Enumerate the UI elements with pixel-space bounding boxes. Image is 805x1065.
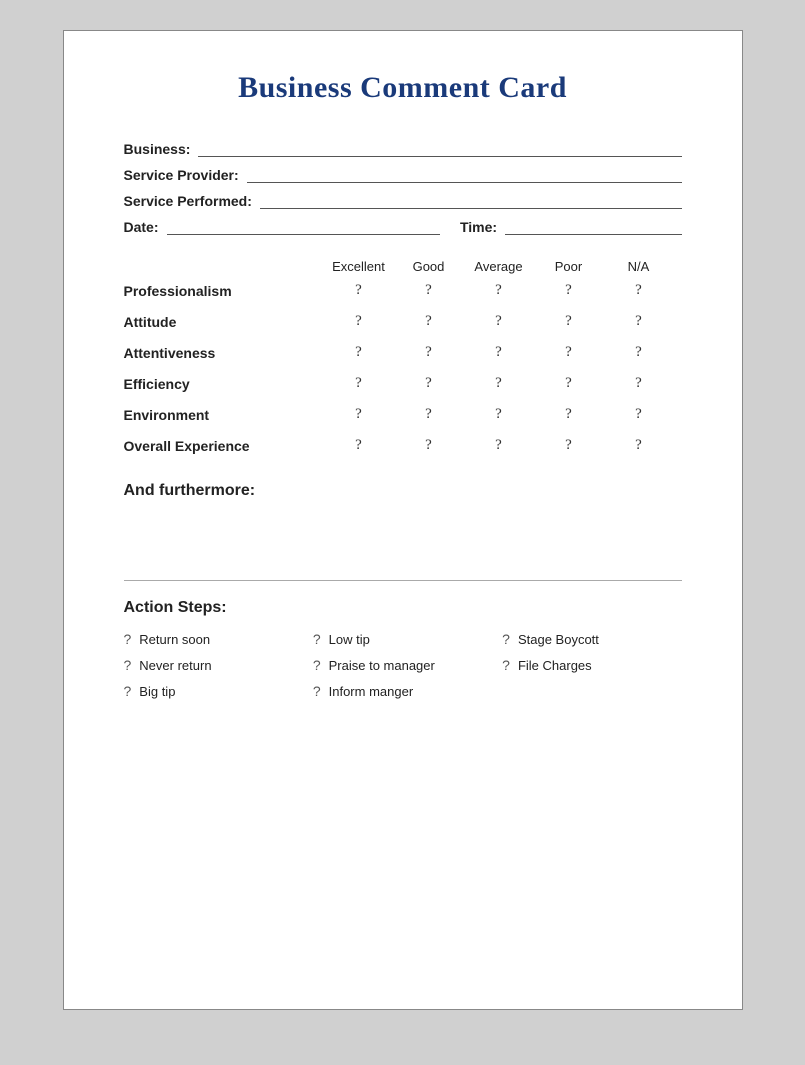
- cell-ov-good[interactable]: ?: [394, 437, 464, 454]
- checkbox-icon-big-tip: ?: [124, 683, 132, 699]
- cell-eff-average[interactable]: ?: [464, 375, 534, 392]
- furthermore-section: And furthermore:: [124, 482, 682, 500]
- cell-atten-average[interactable]: ?: [464, 344, 534, 361]
- header-average: Average: [464, 259, 534, 274]
- row-attitude: Attitude ? ? ? ? ?: [124, 313, 682, 330]
- rating-header-row: Excellent Good Average Poor N/A: [124, 259, 682, 274]
- comment-card: Business Comment Card Business: Service …: [63, 30, 743, 1010]
- cell-eff-good[interactable]: ?: [394, 375, 464, 392]
- action-label-file-charges: File Charges: [518, 658, 592, 673]
- cell-eff-excellent[interactable]: ?: [324, 375, 394, 392]
- action-return-soon[interactable]: ? Return soon: [124, 631, 303, 647]
- cell-env-poor[interactable]: ?: [534, 406, 604, 423]
- label-attentiveness: Attentiveness: [124, 345, 324, 361]
- action-label-stage-boycott: Stage Boycott: [518, 632, 599, 647]
- header-na: N/A: [604, 259, 674, 274]
- cell-prof-average[interactable]: ?: [464, 282, 534, 299]
- cell-env-average[interactable]: ?: [464, 406, 534, 423]
- label-efficiency: Efficiency: [124, 376, 324, 392]
- date-label: Date:: [124, 219, 159, 235]
- row-professionalism: Professionalism ? ? ? ? ?: [124, 282, 682, 299]
- action-label-praise-manager: Praise to manager: [329, 658, 435, 673]
- cell-att-excellent[interactable]: ?: [324, 313, 394, 330]
- row-environment: Environment ? ? ? ? ?: [124, 406, 682, 423]
- cell-att-average[interactable]: ?: [464, 313, 534, 330]
- cell-atten-na[interactable]: ?: [604, 344, 674, 361]
- service-provider-field-row: Service Provider:: [124, 167, 682, 183]
- cell-eff-na[interactable]: ?: [604, 375, 674, 392]
- checkbox-icon-praise-manager: ?: [313, 657, 321, 673]
- action-big-tip[interactable]: ? Big tip: [124, 683, 303, 699]
- cell-env-na[interactable]: ?: [604, 406, 674, 423]
- cell-att-good[interactable]: ?: [394, 313, 464, 330]
- checkbox-icon-low-tip: ?: [313, 631, 321, 647]
- header-good: Good: [394, 259, 464, 274]
- cell-att-na[interactable]: ?: [604, 313, 674, 330]
- section-divider: [124, 580, 682, 581]
- action-never-return[interactable]: ? Never return: [124, 657, 303, 673]
- card-title: Business Comment Card: [124, 71, 682, 105]
- header-excellent: Excellent: [324, 259, 394, 274]
- row-efficiency: Efficiency ? ? ? ? ?: [124, 375, 682, 392]
- cell-prof-poor[interactable]: ?: [534, 282, 604, 299]
- cell-atten-poor[interactable]: ?: [534, 344, 604, 361]
- cell-ov-excellent[interactable]: ?: [324, 437, 394, 454]
- cell-env-good[interactable]: ?: [394, 406, 464, 423]
- service-provider-input-line[interactable]: [247, 167, 682, 183]
- cell-atten-excellent[interactable]: ?: [324, 344, 394, 361]
- action-label-never-return: Never return: [139, 658, 211, 673]
- date-input-line[interactable]: [167, 219, 440, 235]
- label-professionalism: Professionalism: [124, 283, 324, 299]
- service-performed-label: Service Performed:: [124, 193, 252, 209]
- checkbox-icon-stage-boycott: ?: [502, 631, 510, 647]
- service-provider-label: Service Provider:: [124, 167, 239, 183]
- action-inform-manager[interactable]: ? Inform manger: [313, 683, 492, 699]
- action-steps-title: Action Steps:: [124, 599, 682, 617]
- cell-env-excellent[interactable]: ?: [324, 406, 394, 423]
- row-attentiveness: Attentiveness ? ? ? ? ?: [124, 344, 682, 361]
- cell-ov-poor[interactable]: ?: [534, 437, 604, 454]
- row-overall: Overall Experience ? ? ? ? ?: [124, 437, 682, 454]
- service-performed-field-row: Service Performed:: [124, 193, 682, 209]
- action-stage-boycott[interactable]: ? Stage Boycott: [502, 631, 681, 647]
- service-performed-input-line[interactable]: [260, 193, 682, 209]
- action-low-tip[interactable]: ? Low tip: [313, 631, 492, 647]
- action-label-low-tip: Low tip: [329, 632, 370, 647]
- business-input-line[interactable]: [198, 141, 681, 157]
- cell-prof-na[interactable]: ?: [604, 282, 674, 299]
- cell-prof-excellent[interactable]: ?: [324, 282, 394, 299]
- checkbox-icon-inform-manager: ?: [313, 683, 321, 699]
- date-group: Date:: [124, 219, 440, 235]
- time-input-line[interactable]: [505, 219, 681, 235]
- business-field-row: Business:: [124, 141, 682, 157]
- label-overall: Overall Experience: [124, 438, 324, 454]
- cell-att-poor[interactable]: ?: [534, 313, 604, 330]
- cell-ov-na[interactable]: ?: [604, 437, 674, 454]
- label-environment: Environment: [124, 407, 324, 423]
- action-label-return-soon: Return soon: [139, 632, 210, 647]
- cell-ov-average[interactable]: ?: [464, 437, 534, 454]
- rating-section: Excellent Good Average Poor N/A Professi…: [124, 259, 682, 454]
- date-time-row: Date: Time:: [124, 219, 682, 235]
- cell-atten-good[interactable]: ?: [394, 344, 464, 361]
- cell-prof-good[interactable]: ?: [394, 282, 464, 299]
- action-empty: [502, 683, 681, 699]
- label-attitude: Attitude: [124, 314, 324, 330]
- business-label: Business:: [124, 141, 191, 157]
- action-file-charges[interactable]: ? File Charges: [502, 657, 681, 673]
- header-poor: Poor: [534, 259, 604, 274]
- checkbox-icon-file-charges: ?: [502, 657, 510, 673]
- cell-eff-poor[interactable]: ?: [534, 375, 604, 392]
- action-grid: ? Return soon ? Low tip ? Stage Boycott …: [124, 631, 682, 699]
- time-label: Time:: [460, 219, 497, 235]
- checkbox-icon-never-return: ?: [124, 657, 132, 673]
- action-praise-manager[interactable]: ? Praise to manager: [313, 657, 492, 673]
- action-label-inform-manager: Inform manger: [329, 684, 414, 699]
- time-group: Time:: [460, 219, 682, 235]
- checkbox-icon-return-soon: ?: [124, 631, 132, 647]
- action-steps-section: Action Steps: ? Return soon ? Low tip ? …: [124, 599, 682, 699]
- furthermore-title: And furthermore:: [124, 482, 682, 500]
- action-label-big-tip: Big tip: [139, 684, 175, 699]
